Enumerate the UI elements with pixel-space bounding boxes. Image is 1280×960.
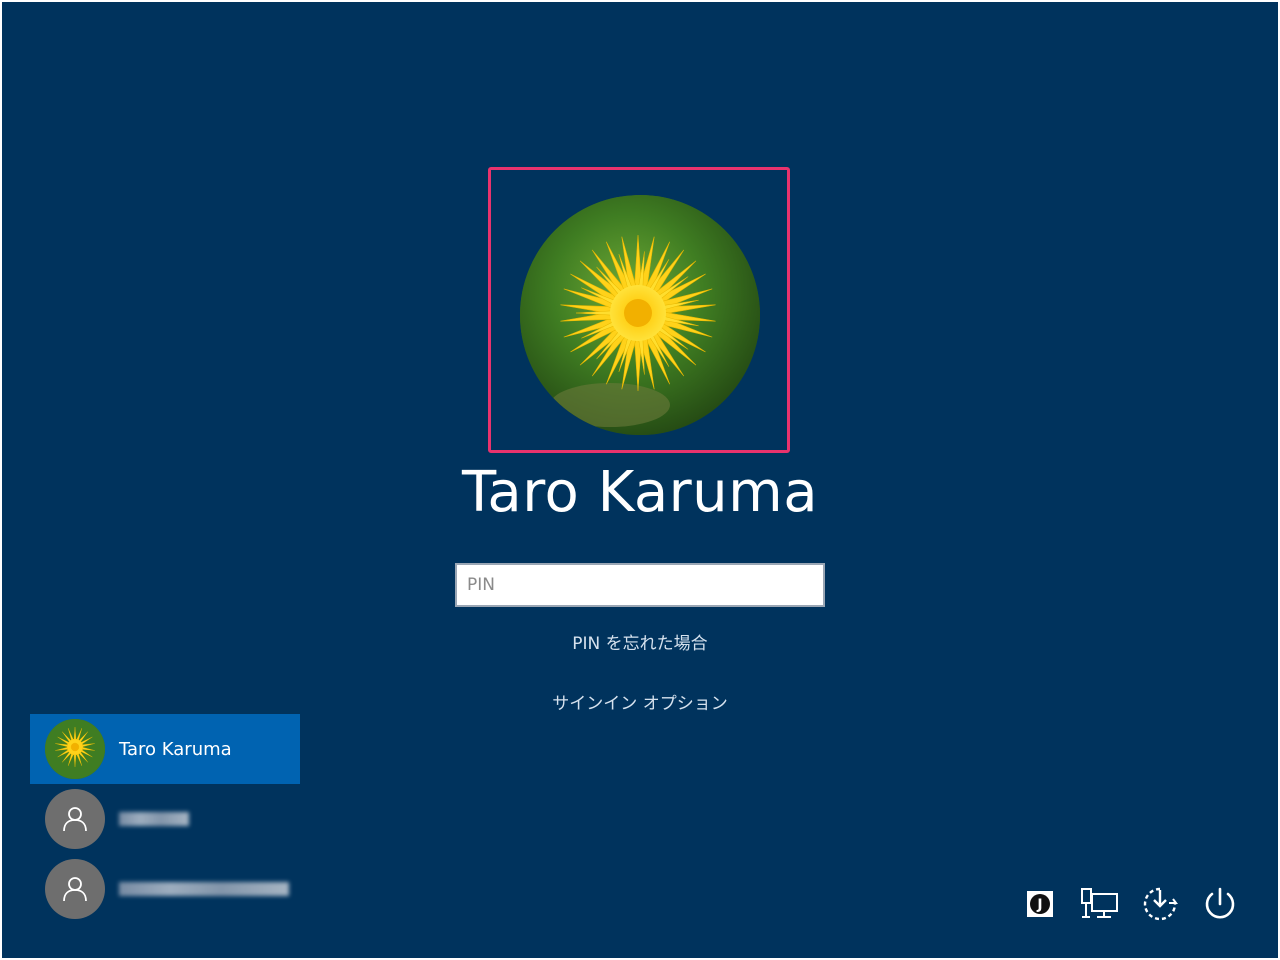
user-avatar-large — [520, 195, 760, 435]
dandelion-photo-icon — [45, 719, 105, 779]
accessibility-button[interactable] — [1138, 882, 1182, 926]
signin-options-link[interactable]: サインイン オプション — [2, 689, 1278, 714]
ime-icon: J — [1027, 891, 1053, 917]
user-list-item-3[interactable] — [30, 854, 300, 924]
obscured-username — [119, 812, 189, 826]
accessibility-icon — [1143, 887, 1178, 921]
user-name-heading: Taro Karuma — [461, 460, 819, 525]
forgot-pin-link[interactable]: PIN を忘れた場合 — [2, 629, 1278, 654]
user-list-item-taro[interactable]: Taro Karuma — [30, 714, 300, 784]
power-button[interactable] — [1200, 882, 1240, 926]
obscured-username — [119, 882, 289, 896]
user-list-item-label: Taro Karuma — [119, 738, 232, 760]
user-avatar-small — [45, 719, 105, 779]
network-button[interactable] — [1076, 882, 1122, 926]
dandelion-photo-icon — [520, 195, 760, 435]
network-icon — [1081, 888, 1118, 918]
ime-button[interactable]: J — [1024, 882, 1056, 926]
pin-input[interactable] — [455, 563, 825, 607]
person-icon — [45, 859, 105, 919]
power-icon — [1205, 887, 1235, 919]
svg-text:J: J — [1036, 897, 1042, 913]
person-icon — [45, 789, 105, 849]
user-list-item-2[interactable] — [30, 784, 300, 854]
lock-screen: Taro Karuma PIN を忘れた場合 サインイン オプション Taro … — [2, 2, 1278, 958]
user-switch-list: Taro Karuma — [30, 714, 300, 924]
